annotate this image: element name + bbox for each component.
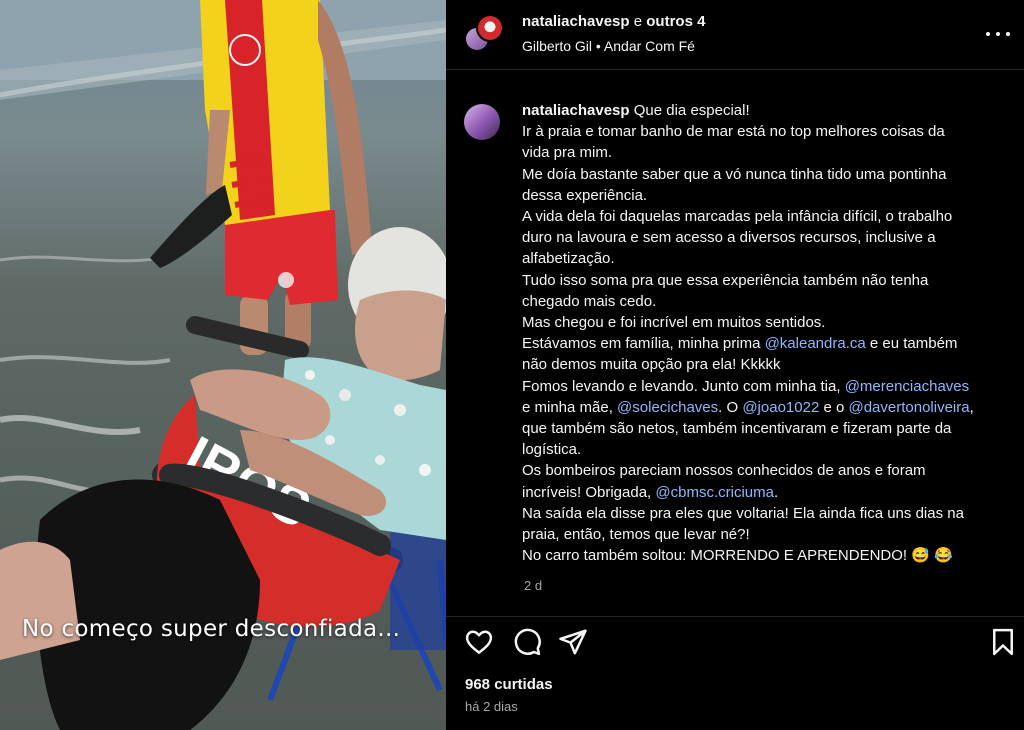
caption-line: praia, então, temos que levar né?!	[522, 524, 1014, 545]
caption-text-segment: e eu também	[865, 335, 958, 353]
collab-others-link[interactable]: outros 4	[646, 13, 705, 30]
dot	[986, 32, 990, 36]
post-photo[interactable]: IROS No começo super desconfiada...	[0, 0, 446, 730]
collab-avatars[interactable]	[464, 14, 504, 54]
mention-link[interactable]: @joao1022	[742, 399, 819, 416]
caption-line: alfabetização.	[522, 248, 1014, 269]
dot	[1006, 32, 1010, 36]
caption-text-segment: chegado mais cedo.	[522, 292, 657, 310]
post-header: nataliachavesp e outros 4 Gilberto Gil •…	[446, 0, 1024, 70]
caption-line: vida pra mim.	[522, 142, 1014, 163]
caption-text-segment: vida pra mim.	[522, 144, 613, 162]
heart-icon[interactable]	[464, 627, 494, 657]
mention-link[interactable]: @cbmsc.criciuma	[655, 484, 774, 501]
dot	[996, 32, 1000, 36]
caption-line: Os bombeiros pareciam nossos conhecidos …	[522, 460, 1014, 481]
caption-line: Estávamos em família, minha prima @kalea…	[522, 333, 1014, 354]
caption-text-segment: e o	[819, 398, 849, 416]
caption-text-segment: No carro também soltou: MORRENDO E APREN…	[522, 547, 953, 565]
caption-line: chegado mais cedo.	[522, 291, 1014, 312]
caption-line: Mas chegou e foi incrível em muitos sent…	[522, 312, 1014, 333]
music-info[interactable]: Gilberto Gil • Andar Com Fé	[522, 38, 695, 54]
caption-text-segment: dessa experiência.	[522, 186, 648, 204]
caption-text: nataliachavesp Que dia especial! Ir à pra…	[522, 100, 1014, 566]
caption-text-segment: Tudo isso soma pra que essa experiência …	[522, 271, 929, 289]
caption-text-segment: duro na lavoura e sem acesso a diversos …	[522, 229, 936, 247]
post-date[interactable]: há 2 dias	[465, 699, 518, 714]
caption-text-segment: Ir à praia e tomar banho de mar está no …	[522, 123, 945, 141]
caption-line: No carro também soltou: MORRENDO E APREN…	[522, 545, 1014, 566]
post-detail-panel: nataliachavesp e outros 4 Gilberto Gil •…	[446, 0, 1024, 730]
caption-text-segment: alfabetização.	[522, 250, 615, 268]
caption-text-segment: Na saída ela disse pra eles que voltaria…	[522, 504, 964, 522]
caption-line: Ir à praia e tomar banho de mar está no …	[522, 121, 1014, 142]
caption-line: Fomos levando e levando. Junto com minha…	[522, 376, 1014, 397]
caption-username[interactable]: nataliachavesp	[522, 102, 630, 119]
comment-icon[interactable]	[512, 627, 542, 657]
caption-text-segment: e minha mãe,	[522, 398, 618, 416]
action-bar	[446, 616, 1024, 666]
caption-text-segment: Fomos levando e levando. Junto com minha…	[522, 377, 845, 395]
post-authors[interactable]: nataliachavesp e outros 4	[522, 13, 705, 30]
caption-line: logística.	[522, 439, 1014, 460]
caption-text-segment: .	[773, 483, 779, 501]
caption-text-segment: Mas chegou e foi incrível em muitos sent…	[522, 314, 826, 332]
caption-line: Tudo isso soma pra que essa experiência …	[522, 270, 1014, 291]
mention-link[interactable]: @davertonoliveira	[848, 399, 969, 416]
video-caption: No começo super desconfiada...	[22, 616, 401, 642]
caption-text-segment: praia, então, temos que levar né?!	[522, 526, 750, 544]
mention-link[interactable]: @merenciachaves	[845, 378, 969, 395]
caption-text-segment: Que dia especial!	[633, 102, 750, 119]
more-options-button[interactable]	[986, 22, 1010, 46]
caption-text-segment: logística.	[522, 441, 582, 459]
collab-separator: e	[633, 13, 643, 30]
caption-line: A vida dela foi daquelas marcadas pela i…	[522, 206, 1014, 227]
caption-line: duro na lavoura e sem acesso a diversos …	[522, 227, 1014, 248]
caption-line: Na saída ela disse pra eles que voltaria…	[522, 503, 1014, 524]
caption-text-segment: não demos muita opção pra ela! Kkkkk	[522, 356, 781, 374]
caption-time[interactable]: 2 d	[524, 578, 542, 593]
caption-line: dessa experiência.	[522, 185, 1014, 206]
author-username[interactable]: nataliachavesp	[522, 13, 630, 30]
caption-text-segment: . O	[718, 398, 743, 416]
caption-line: Me doía bastante saber que a vó nunca ti…	[522, 164, 1014, 185]
caption-line: e minha mãe, @solecichaves. O @joao1022 …	[522, 397, 1014, 418]
caption-line: não demos muita opção pra ela! Kkkkk	[522, 354, 1014, 375]
avatar	[476, 14, 504, 42]
like-count[interactable]: 968 curtidas	[465, 676, 553, 693]
bookmark-icon[interactable]	[988, 627, 1018, 657]
caption-line: que também são netos, também incentivara…	[522, 418, 1014, 439]
caption-line: incríveis! Obrigada, @cbmsc.criciuma.	[522, 482, 1014, 503]
send-icon[interactable]	[558, 627, 588, 657]
caption-text-segment: Estávamos em família, minha prima	[522, 335, 765, 353]
mention-link[interactable]: @solecichaves	[617, 399, 718, 416]
caption-text-segment: Os bombeiros pareciam nossos conhecidos …	[522, 462, 926, 480]
caption-text-segment: Me doía bastante saber que a vó nunca ti…	[522, 165, 947, 183]
mention-link[interactable]: @kaleandra.ca	[765, 335, 866, 352]
caption-text-segment: A vida dela foi daquelas marcadas pela i…	[522, 208, 953, 226]
caption-line: nataliachavesp Que dia especial!	[522, 100, 1014, 121]
caption-text-segment: incríveis! Obrigada,	[522, 483, 656, 501]
avatar[interactable]	[464, 104, 500, 140]
caption-text-segment: que também são netos, também incentivara…	[522, 420, 952, 438]
caption-text-segment: ,	[969, 398, 974, 416]
